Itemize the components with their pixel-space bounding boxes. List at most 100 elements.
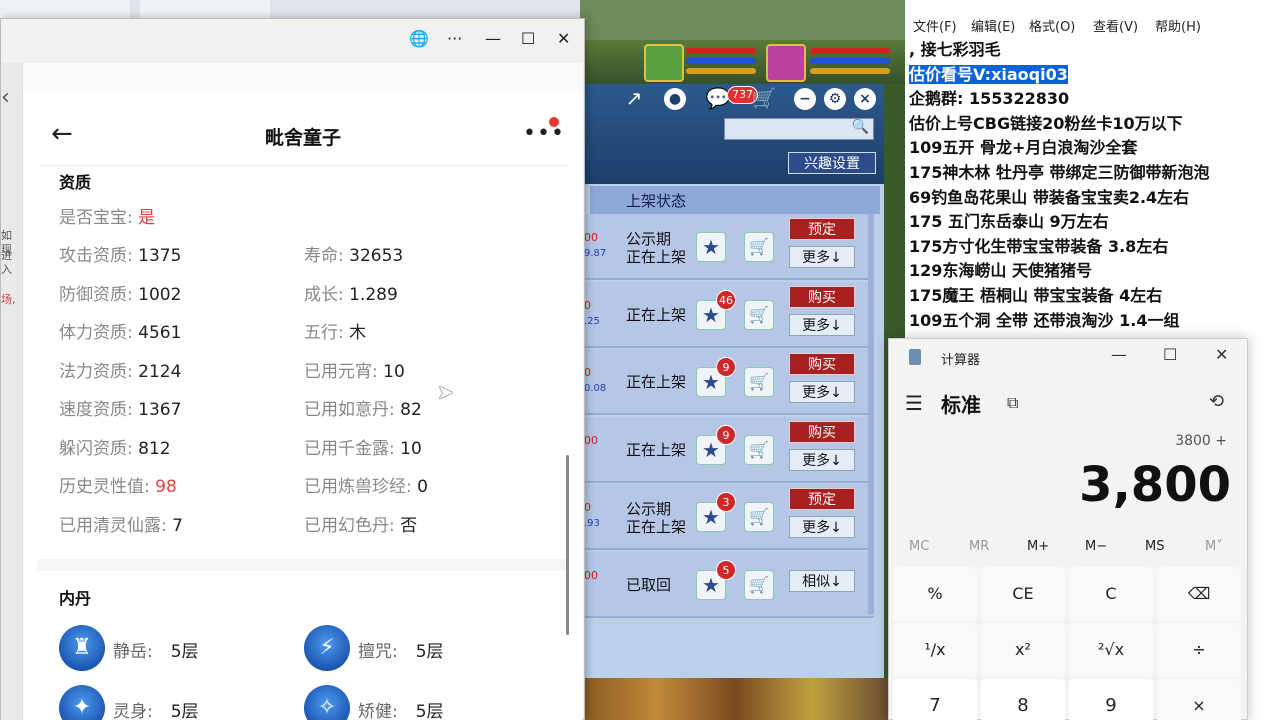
menu-help[interactable]: 帮助(H)	[1155, 16, 1201, 35]
window-minimize-button[interactable]: —	[485, 29, 501, 48]
neidan-skill-label: 擅咒: 5层	[358, 637, 444, 662]
calculator-key[interactable]: ¹/x	[893, 623, 977, 677]
listing-action-button[interactable]: 预定	[789, 218, 855, 240]
memory-button: M˅	[1205, 539, 1223, 554]
hamburger-menu-icon[interactable]: ☰	[905, 391, 923, 415]
listing-status-line: 正在上架	[626, 440, 687, 459]
menu-view[interactable]: 查看(V)	[1093, 16, 1138, 35]
memory-button[interactable]: M−	[1085, 539, 1107, 554]
memory-button[interactable]: M+	[1027, 539, 1049, 554]
calculator-key[interactable]: ×	[1157, 679, 1241, 720]
attr-item: 已用元宵: 10	[304, 357, 405, 382]
search-input[interactable]: 🔍	[724, 118, 874, 140]
share-icon[interactable]: ↗	[620, 84, 648, 112]
player-portrait[interactable]	[766, 44, 806, 82]
calc-minimize-button[interactable]: —	[1111, 345, 1127, 364]
listing-more-button[interactable]: 相似↓	[789, 569, 855, 592]
listing-action-button[interactable]: 购买	[789, 353, 855, 375]
attr-value: 1002	[138, 284, 182, 305]
stop-icon[interactable]: ●	[664, 88, 686, 110]
calculator-key[interactable]: 8	[981, 679, 1065, 720]
notepad-line-text: 估价看号V:xiaoqi03	[909, 64, 1068, 84]
calculator-key[interactable]: ²√x	[1069, 623, 1153, 677]
menu-file[interactable]: 文件(F)	[913, 16, 957, 35]
more-options-icon[interactable]: ···	[447, 29, 462, 48]
add-to-cart-icon[interactable]: 🛒	[744, 569, 774, 600]
calculator-key[interactable]: %	[893, 567, 977, 621]
menu-format[interactable]: 格式(O)	[1029, 16, 1075, 35]
attr-value: 否	[400, 515, 418, 536]
browser-window[interactable]: 🌐 ··· — ☐ ✕ ‹ 如现 进入 场, ← 毗舍童子 ••• 资质 是否宝…	[0, 18, 585, 720]
notepad-line: 估价上号CBG链接20粉丝卡10万以下	[909, 112, 1210, 137]
side-fragment: 进入	[1, 249, 12, 276]
neidan-name: 静岳:	[113, 642, 153, 662]
calc-close-button[interactable]: ✕	[1215, 345, 1228, 364]
calculator-key[interactable]: x²	[981, 623, 1065, 677]
game-skill-bar[interactable]	[580, 678, 890, 720]
interest-settings-button[interactable]: 兴趣设置	[788, 152, 876, 174]
attr-value: 82	[400, 400, 422, 420]
notepad-line: 175魔王 梧桐山 带宝宝装备 4左右	[909, 284, 1210, 309]
window-close-button[interactable]: ✕	[557, 29, 570, 48]
calculator-key[interactable]: ÷	[1157, 623, 1241, 677]
minimize-icon[interactable]: −	[794, 88, 816, 110]
page-scrollbar[interactable]	[566, 455, 569, 635]
neidan-skill-icon[interactable]: ✦	[59, 685, 105, 720]
calculator-key[interactable]: 7	[893, 679, 977, 720]
calculator-key[interactable]: ⌫	[1157, 567, 1241, 621]
calculator-key[interactable]: C	[1069, 567, 1153, 621]
search-icon[interactable]: 🔍	[852, 119, 869, 135]
keep-on-top-icon[interactable]: ⧉	[1007, 393, 1018, 413]
listing-status: 已取回	[626, 576, 671, 594]
add-to-cart-icon[interactable]: 🛒	[744, 232, 774, 262]
window-maximize-button[interactable]: ☐	[521, 29, 535, 48]
add-to-cart-icon[interactable]: 🛒	[744, 299, 774, 330]
add-to-cart-icon[interactable]: 🛒	[744, 367, 774, 397]
browser-tab[interactable]	[0, 0, 130, 18]
attr-item: 体力资质: 4561	[59, 318, 181, 343]
menu-edit[interactable]: 编辑(E)	[971, 16, 1015, 35]
neidan-skill-icon[interactable]: ⚡	[304, 625, 350, 671]
calculator-key[interactable]: 9	[1069, 679, 1153, 720]
browser-title-bar: 🌐 ··· — ☐ ✕	[1, 19, 584, 63]
listing-action-button[interactable]: 预定	[789, 488, 855, 510]
listing-scrollbar[interactable]	[868, 214, 874, 614]
favorite-count-badge: 9	[716, 424, 736, 445]
listing-more-button[interactable]: 更多↓	[789, 246, 855, 268]
calculator-window[interactable]: 计算器 — ☐ ✕ ☰ 标准 ⧉ ⟲ 3800 + 3,800 MC MR M+ M−…	[888, 338, 1248, 720]
listing-more-button[interactable]: 更多↓	[789, 448, 855, 471]
calculator-key[interactable]: CE	[981, 567, 1065, 621]
listing-more-button[interactable]: 更多↓	[789, 313, 855, 336]
listing-more-button[interactable]: 更多↓	[789, 381, 855, 403]
listing-action-button[interactable]: 购买	[789, 420, 855, 443]
listing-status-line: 公示期	[626, 230, 672, 248]
add-to-cart-icon[interactable]: 🛒	[744, 434, 774, 465]
listing-row: 0 0.08 正在上架 ★ 9 🛒 购买 更多↓	[584, 349, 874, 415]
neidan-skill-icon[interactable]: ✧	[304, 685, 350, 720]
calc-maximize-button[interactable]: ☐	[1163, 345, 1177, 364]
listing-price-sub: 9.87	[584, 248, 607, 259]
attr-label: 已用炼兽珍经:	[304, 477, 412, 497]
memory-button[interactable]: MS	[1145, 539, 1164, 554]
pet-portrait[interactable]	[644, 44, 684, 82]
favorite-star-icon[interactable]: ★	[696, 232, 726, 262]
neidan-skill-icon[interactable]: ♜	[59, 625, 105, 671]
globe-icon[interactable]: 🌐	[409, 29, 429, 48]
cart-icon[interactable]: 🛒	[750, 84, 778, 112]
listing-action-button[interactable]: 购买	[789, 285, 855, 308]
attr-item: 躲闪资质: 812	[59, 434, 171, 459]
page-title: 毗舍童子	[264, 127, 341, 149]
neidan-skill-label: 矫健: 5层	[358, 697, 444, 720]
attr-value: 2124	[138, 361, 182, 382]
add-to-cart-icon[interactable]: 🛒	[744, 502, 774, 532]
history-icon[interactable]: ⟲	[1209, 391, 1224, 412]
listing-more-button[interactable]: 更多↓	[789, 516, 855, 538]
calculator-title: 计算器	[941, 353, 981, 368]
close-icon[interactable]: ×	[854, 88, 876, 110]
listing-status-line: 正在上架	[626, 305, 687, 324]
browser-tab[interactable]	[140, 0, 270, 18]
more-dots-icon[interactable]: •••	[523, 121, 565, 146]
chevron-left-icon[interactable]: ‹	[1, 85, 10, 110]
gear-icon[interactable]: ⚙	[824, 88, 846, 110]
section-separator	[37, 559, 569, 571]
